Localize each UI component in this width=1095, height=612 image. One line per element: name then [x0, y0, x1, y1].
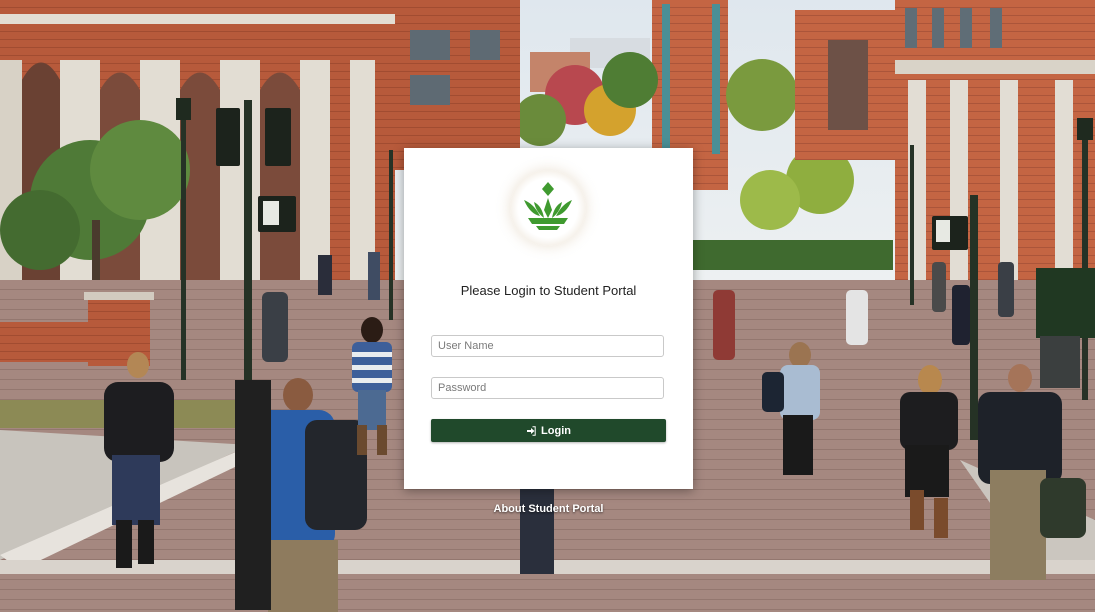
page-title: Please Login to Student Portal	[460, 283, 637, 298]
logo-badge	[510, 170, 586, 246]
login-page: Please Login to Student Portal Login Abo…	[0, 0, 1095, 612]
sign-in-icon	[527, 425, 536, 436]
login-button[interactable]: Login	[431, 419, 666, 442]
lotus-crown-logo-icon	[524, 182, 572, 230]
about-student-portal-link[interactable]: About Student Portal	[404, 503, 693, 515]
username-input[interactable]	[431, 335, 664, 357]
password-input[interactable]	[431, 377, 664, 399]
login-card: Please Login to Student Portal Login	[404, 148, 693, 489]
login-button-label: Login	[541, 424, 571, 437]
